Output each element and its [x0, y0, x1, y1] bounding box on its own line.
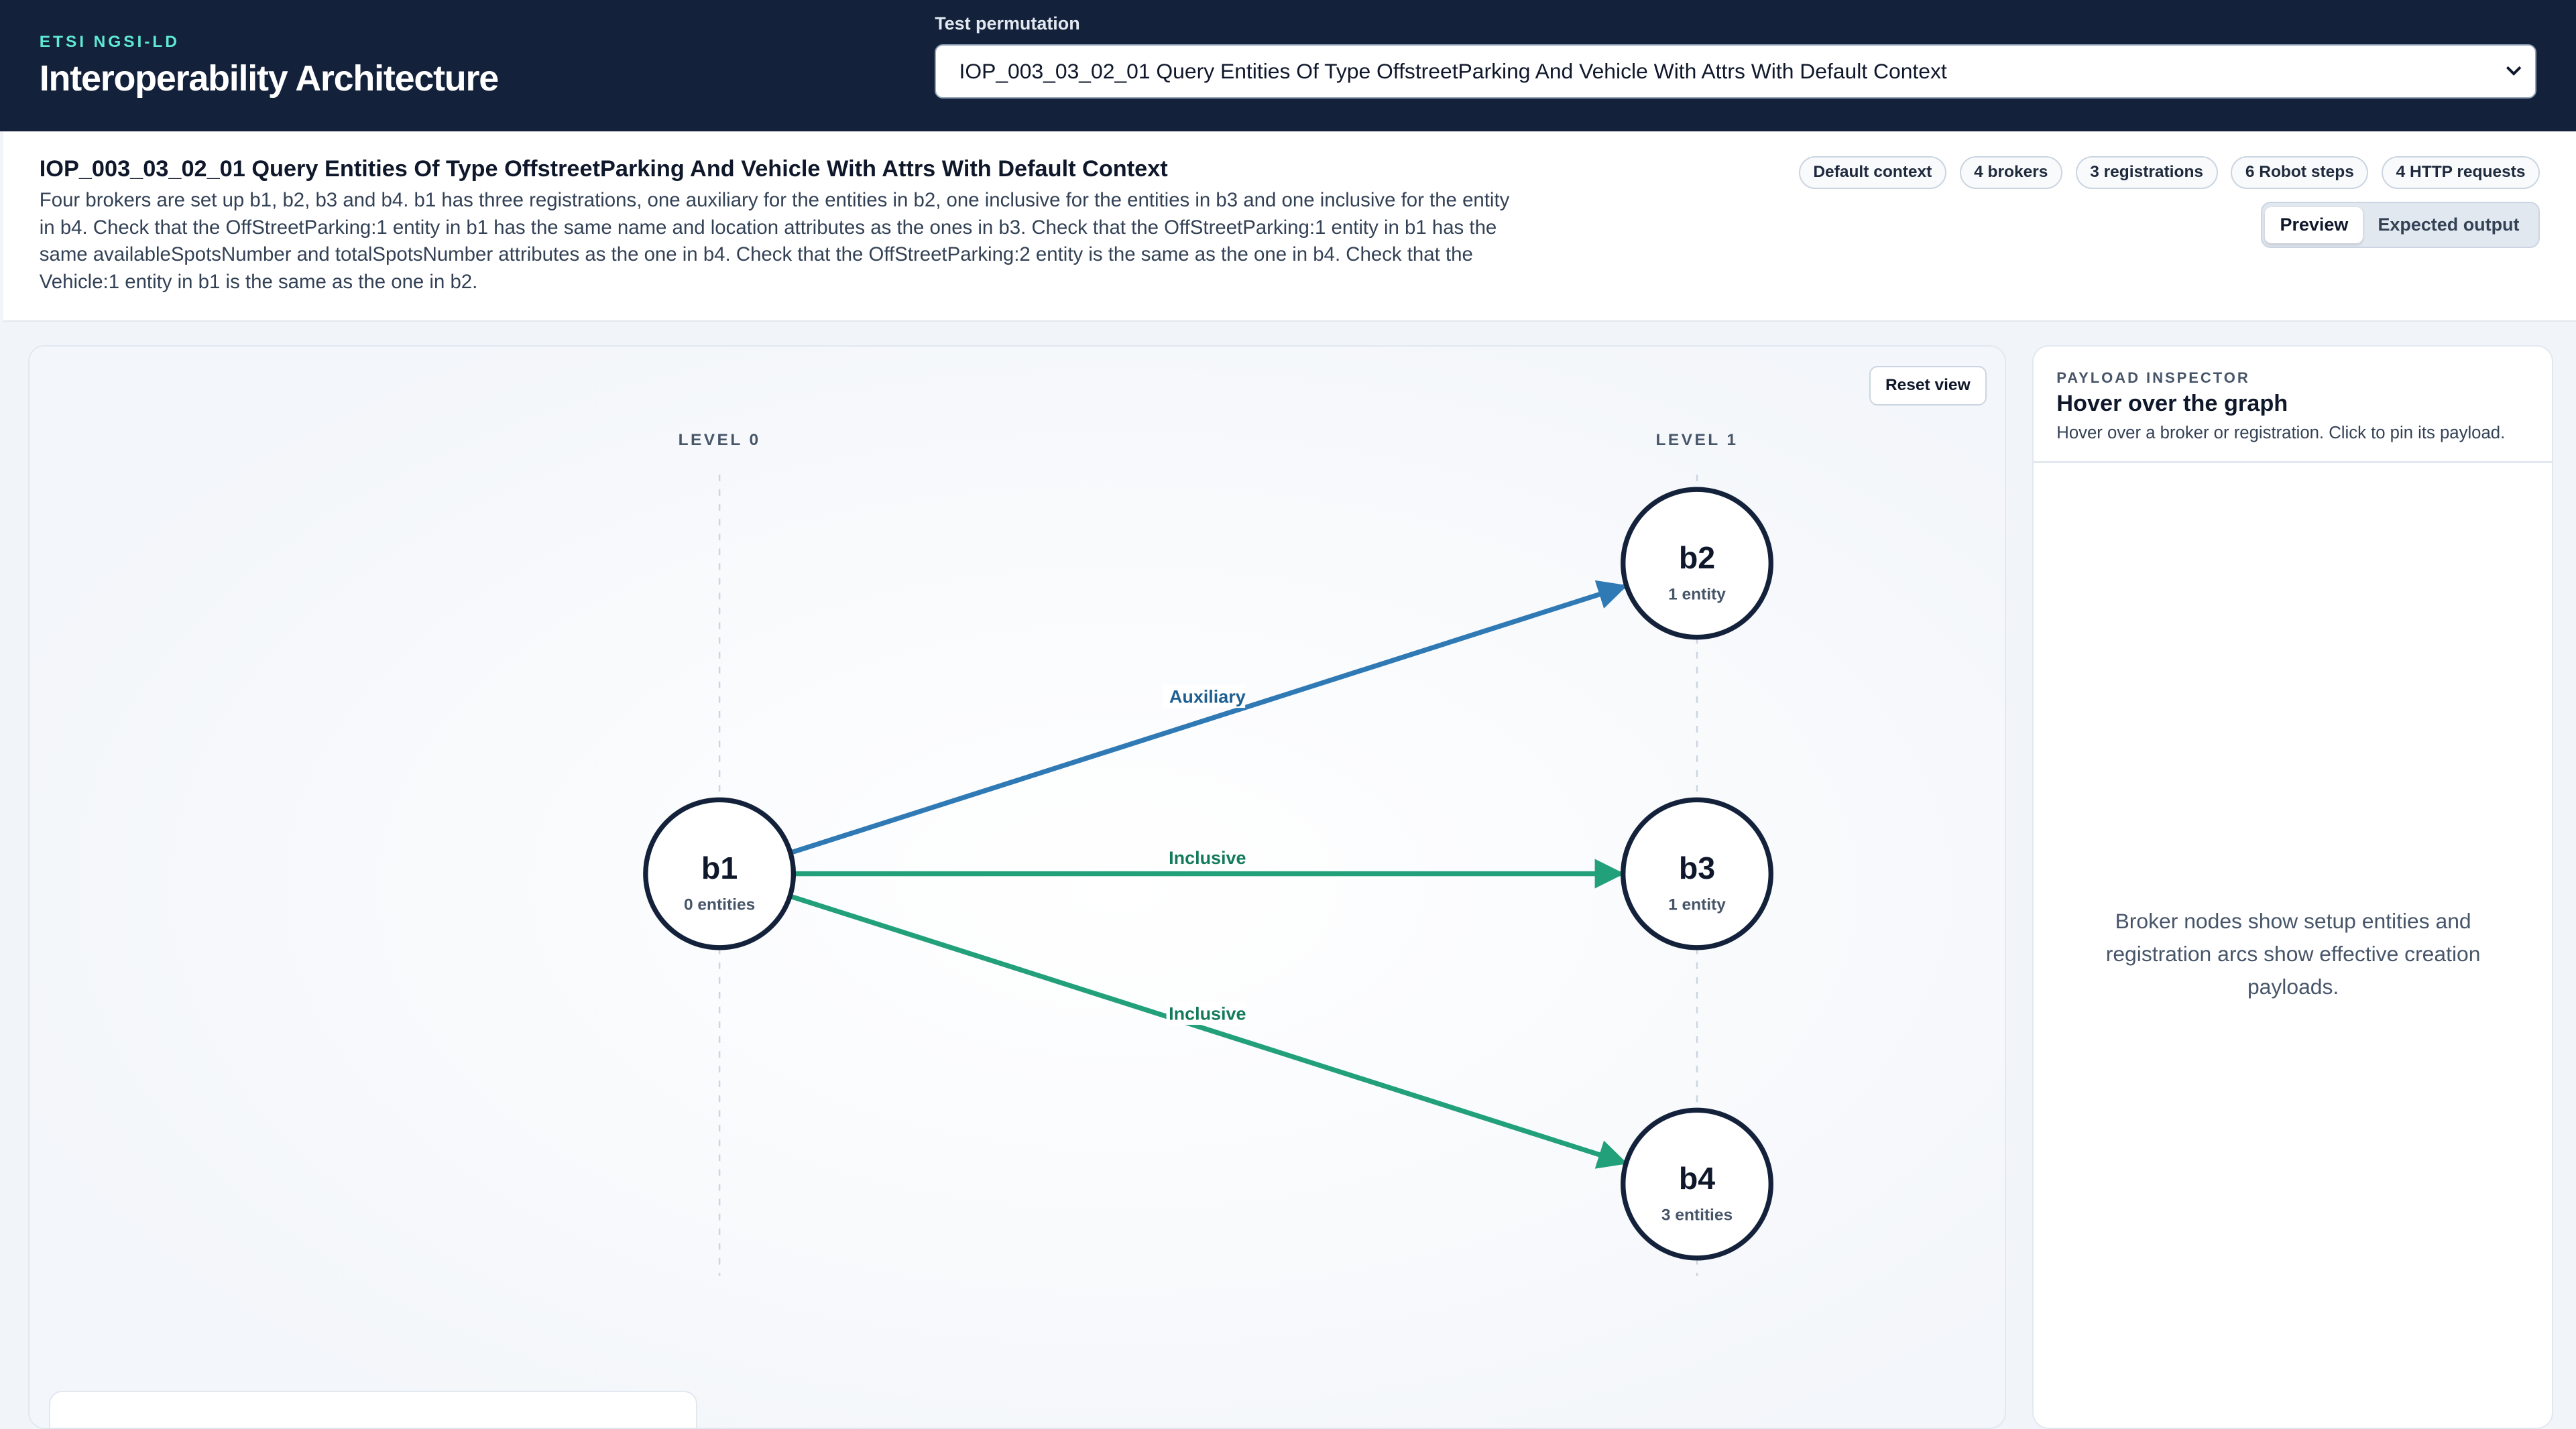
reset-view-button[interactable]: Reset view — [1869, 365, 1987, 406]
graph-legend-panel — [49, 1390, 697, 1428]
broker-name-b3: b3 — [1678, 850, 1714, 885]
broker-count-b3: 1 entity — [1668, 895, 1726, 914]
view-toggle: Preview Expected output — [2260, 202, 2540, 248]
chip-context: Default context — [1798, 156, 1946, 189]
broker-node-b1[interactable]: b1 0 entities — [642, 797, 796, 950]
architecture-graph-panel[interactable]: LEVEL 0 LEVEL 1 Auxiliary Inclusive Incl… — [27, 345, 2006, 1429]
app-header: ETSI NGSI-LD Interoperability Architectu… — [0, 0, 2576, 132]
test-description: Four brokers are set up b1, b2, b3 and b… — [39, 189, 1510, 293]
tab-preview[interactable]: Preview — [2265, 206, 2363, 243]
broker-name-b2: b2 — [1678, 540, 1714, 574]
broker-name-b4: b4 — [1678, 1161, 1714, 1196]
architecture-graph[interactable]: LEVEL 0 LEVEL 1 Auxiliary Inclusive Incl… — [29, 346, 2006, 1429]
permutation-value: IOP_003_03_02_01 Query Entities Of Type … — [959, 59, 1947, 84]
chip-robot-steps: 6 Robot steps — [2231, 156, 2369, 189]
payload-inspector: PAYLOAD INSPECTOR Hover over the graph H… — [2032, 345, 2553, 1429]
broker-node-b4[interactable]: b4 3 entities — [1620, 1107, 1773, 1261]
inspector-empty-state: Broker nodes show setup entities and reg… — [2105, 908, 2481, 999]
test-summary: IOP_003_03_02_01 Query Entities Of Type … — [3, 131, 2576, 322]
registration-label-b3: Inclusive — [1169, 847, 1246, 867]
permutation-label: Test permutation — [935, 13, 1080, 34]
chip-http-requests: 4 HTTP requests — [2382, 156, 2540, 189]
broker-count-b2: 1 entity — [1668, 585, 1726, 603]
broker-node-b2[interactable]: b2 1 entity — [1620, 487, 1773, 639]
registration-label-b4: Inclusive — [1169, 1003, 1246, 1023]
broker-count-b1: 0 entities — [684, 895, 755, 914]
inspector-title: Hover over the graph — [2056, 390, 2288, 416]
registration-label-b2: Auxiliary — [1169, 686, 1246, 706]
level-1-label: LEVEL 1 — [1655, 431, 1738, 449]
test-title: IOP_003_03_02_01 Query Entities Of Type … — [39, 156, 1168, 182]
inspector-subtitle: Hover over a broker or registration. Cli… — [2056, 423, 2506, 442]
app-title: Interoperability Architecture — [39, 58, 499, 99]
chip-brokers: 4 brokers — [1959, 156, 2063, 189]
broker-name-b1: b1 — [701, 850, 738, 885]
broker-node-b3[interactable]: b3 1 entity — [1620, 797, 1773, 950]
inspector-eyebrow: PAYLOAD INSPECTOR — [2056, 369, 2250, 386]
permutation-select[interactable]: IOP_003_03_02_01 Query Entities Of Type … — [935, 44, 2537, 99]
brand-eyebrow: ETSI NGSI-LD — [39, 33, 180, 51]
chevron-down-icon — [2506, 66, 2522, 76]
tab-expected-output[interactable]: Expected output — [2363, 207, 2534, 243]
chip-registrations: 3 registrations — [2075, 156, 2218, 189]
level-0-label: LEVEL 0 — [678, 431, 760, 449]
inspector-divider — [2033, 461, 2552, 463]
stat-chips: Default context 4 brokers 3 registration… — [1798, 156, 2540, 189]
broker-count-b4: 3 entities — [1661, 1206, 1733, 1224]
